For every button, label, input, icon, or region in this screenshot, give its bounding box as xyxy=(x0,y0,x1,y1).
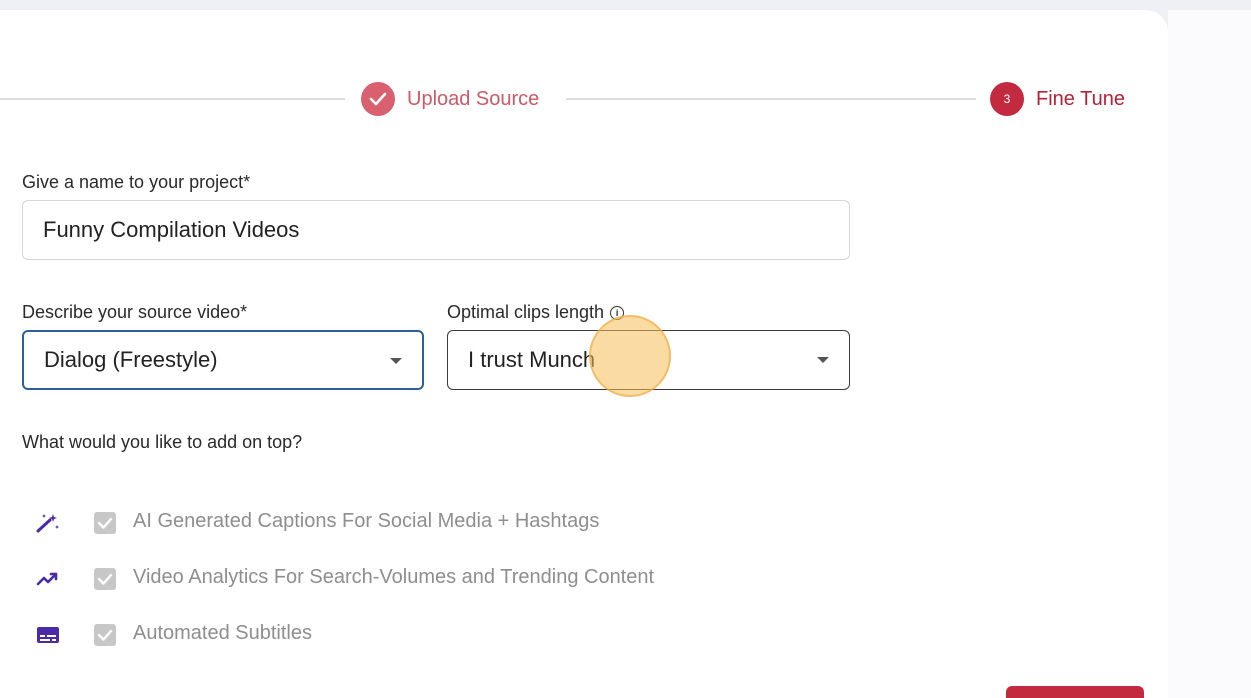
right-panel xyxy=(1168,10,1251,698)
source-video-select[interactable]: Dialog (Freestyle) xyxy=(22,330,424,390)
step-fine-tune-label[interactable]: Fine Tune xyxy=(1036,88,1125,111)
chevron-down-icon xyxy=(817,357,829,363)
checkbox-check-icon xyxy=(97,629,113,641)
step-upload-source-label[interactable]: Upload Source xyxy=(407,88,539,111)
project-name-value: Funny Compilation Videos xyxy=(43,217,300,242)
analytics-label: Video Analytics For Search-Volumes and T… xyxy=(133,566,655,588)
next-button[interactable] xyxy=(1006,686,1144,698)
subtitles-label: Automated Subtitles xyxy=(133,622,312,644)
clips-length-label: Optimal clips length xyxy=(447,302,605,322)
addons-label: What would you like to add on top? xyxy=(22,432,303,452)
addon-row-analytics: Video Analytics For Search-Volumes and T… xyxy=(0,564,800,594)
captions-label: AI Generated Captions For Social Media +… xyxy=(133,510,600,532)
stepper-line-left xyxy=(0,98,345,100)
info-icon[interactable]: i xyxy=(610,306,625,320)
checkbox-check-icon xyxy=(97,573,113,585)
clips-length-label-wrap: Optimal clips length i xyxy=(447,302,625,323)
analytics-checkbox[interactable] xyxy=(94,568,116,590)
subtitles-checkbox[interactable] xyxy=(94,624,116,646)
clips-length-value: I trust Munch xyxy=(468,347,596,372)
trending-up-icon xyxy=(36,572,58,586)
addon-row-subtitles: Automated Subtitles xyxy=(0,620,800,650)
clips-length-select[interactable]: I trust Munch xyxy=(447,330,850,390)
project-name-label: Give a name to your project* xyxy=(22,172,251,192)
check-icon xyxy=(369,92,387,106)
source-video-value: Dialog (Freestyle) xyxy=(44,347,218,372)
checkbox-check-icon xyxy=(97,517,113,529)
step-fine-tune-number[interactable]: 3 xyxy=(990,82,1024,116)
captions-checkbox[interactable] xyxy=(94,512,116,534)
step-upload-source-check[interactable] xyxy=(361,82,395,116)
chevron-down-icon xyxy=(390,358,402,364)
subtitles-icon xyxy=(37,627,59,643)
project-name-input[interactable]: Funny Compilation Videos xyxy=(22,200,850,260)
magic-wand-icon xyxy=(36,514,59,533)
addon-row-captions: AI Generated Captions For Social Media +… xyxy=(0,508,800,538)
source-video-label: Describe your source video* xyxy=(22,302,248,322)
stepper-line-middle xyxy=(566,98,976,100)
